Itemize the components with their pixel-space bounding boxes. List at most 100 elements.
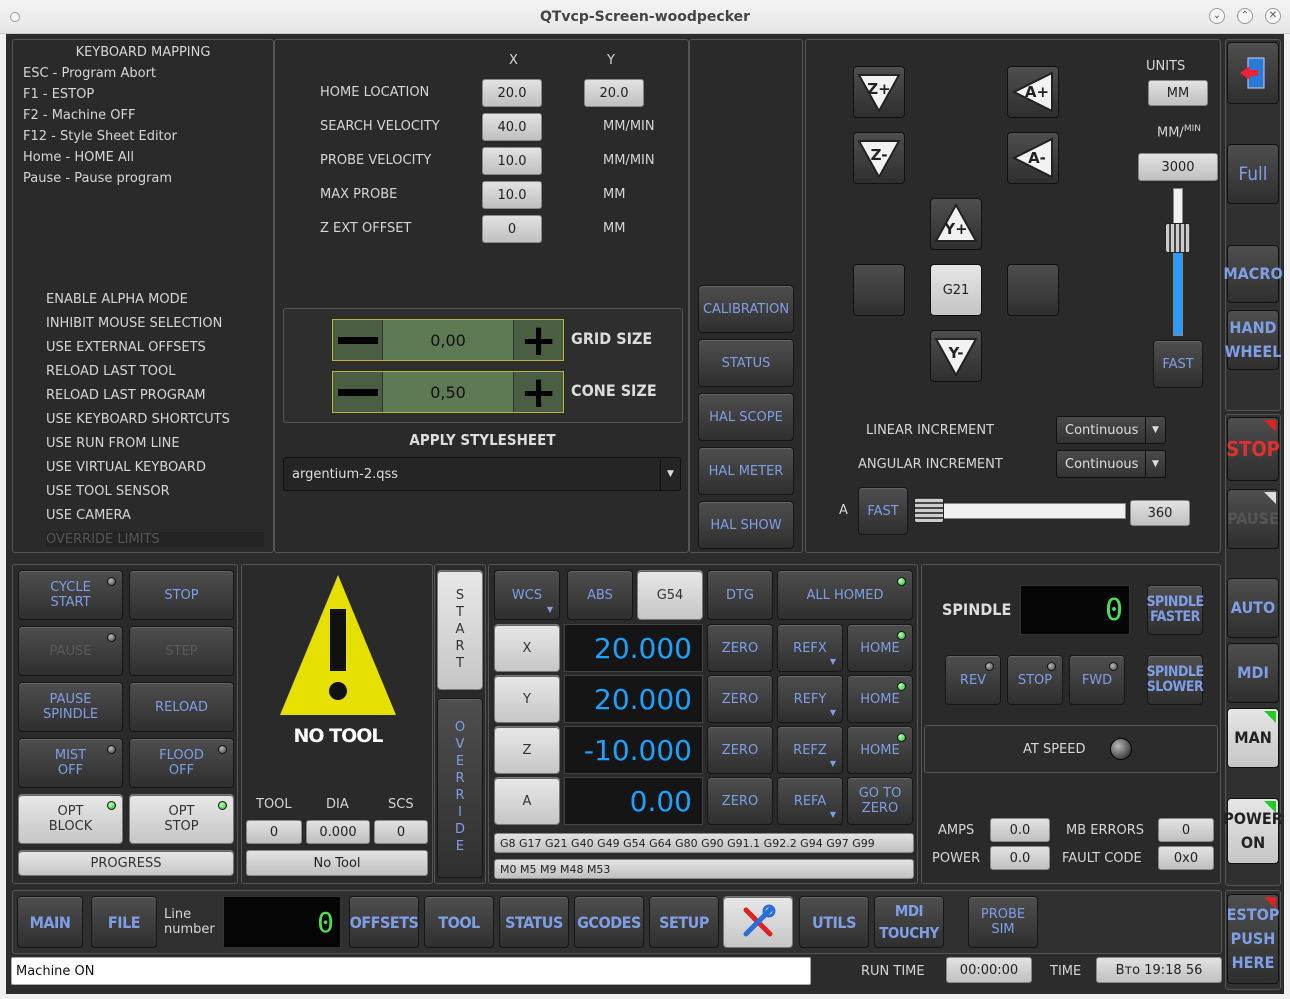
axis-label-a[interactable]: A [494, 777, 560, 825]
a-fast-button[interactable]: FAST [858, 487, 908, 535]
estop-button[interactable]: ESTOP PUSH HERE [1227, 894, 1279, 984]
a-rate-value[interactable]: 360 [1130, 500, 1190, 526]
tools-button-hal-scope[interactable]: HAL SCOPE [698, 393, 794, 441]
tab-main[interactable]: MAIN [17, 896, 83, 948]
macro-button[interactable]: MACRO [1223, 245, 1283, 303]
tab-offsets[interactable]: OFFSETS [349, 896, 419, 948]
tab-tool[interactable]: TOOL [424, 896, 494, 948]
ref-x-button[interactable]: REFX ▼ [777, 624, 843, 672]
linear-increment-select[interactable]: Continuous ▼ [1056, 416, 1166, 444]
home-y-button[interactable]: HOME [847, 675, 913, 723]
tab-mdi-touchy[interactable]: MDI TOUCHY [874, 896, 944, 948]
spindle-slower-button[interactable]: SPINDLE SLOWER [1146, 655, 1204, 705]
g54-button[interactable]: G54 [637, 570, 703, 620]
jog-z-plus-button[interactable]: Z+ [853, 66, 905, 118]
axis-label-x[interactable]: X [494, 624, 560, 672]
option-item[interactable]: USE VIRTUAL KEYBOARD [46, 460, 206, 475]
slider-handle[interactable] [1165, 223, 1191, 254]
full-button[interactable]: Full [1227, 144, 1279, 204]
plus-icon[interactable]: + [513, 315, 563, 366]
option-item[interactable]: USE RUN FROM LINE [46, 436, 180, 451]
start-button[interactable]: START [437, 570, 483, 690]
chevron-down-icon[interactable]: ▼ [1145, 417, 1165, 443]
tools-button-hal-show[interactable]: HAL SHOW [698, 501, 794, 549]
tools-button-calibration[interactable]: CALIBRATION [698, 285, 794, 333]
tools-button-status[interactable]: STATUS [698, 339, 794, 387]
stop-button[interactable]: STOP [1226, 417, 1280, 481]
abs-button[interactable]: ABS [567, 570, 633, 620]
exit-button[interactable] [1227, 42, 1279, 104]
probe-row-x[interactable]: 40.0 [482, 113, 542, 141]
probe-row-x[interactable]: 10.0 [482, 147, 542, 175]
axis-label-z[interactable]: Z [494, 726, 560, 774]
option-item[interactable]: RELOAD LAST TOOL [46, 364, 175, 379]
zero-z-button[interactable]: ZERO [707, 726, 773, 774]
option-item[interactable]: USE KEYBOARD SHORTCUTS [46, 412, 230, 427]
opt-stop-button[interactable]: OPT STOP [129, 794, 234, 844]
option-item[interactable]: RELOAD LAST PROGRAM [46, 388, 206, 403]
pause-button[interactable]: PAUSE [18, 626, 123, 676]
plus-icon[interactable]: + [513, 367, 563, 418]
option-item[interactable]: OVERRIDE LIMITS [46, 532, 264, 547]
zero-y-button[interactable]: ZERO [707, 675, 773, 723]
option-item[interactable]: ENABLE ALPHA MODE [46, 292, 188, 307]
override-button[interactable]: OVERRIDE [437, 698, 483, 878]
probe-row-y[interactable]: 20.0 [584, 79, 644, 107]
tab-tools-settings[interactable] [723, 896, 793, 948]
home-x-button[interactable]: HOME [847, 624, 913, 672]
minus-icon[interactable] [333, 320, 383, 360]
probe-row-x[interactable]: 0 [482, 215, 542, 243]
spindle-fwd-button[interactable]: FWD [1069, 655, 1125, 705]
chevron-down-icon[interactable]: ▼ [1145, 451, 1165, 477]
jog-x-minus-button[interactable] [853, 264, 905, 316]
auto-mode-button[interactable]: AUTO [1227, 578, 1279, 638]
ref-y-button[interactable]: REFY ▼ [777, 675, 843, 723]
tab-utils[interactable]: UTILS [799, 896, 869, 948]
ref-z-button[interactable]: REFZ ▼ [777, 726, 843, 774]
jog-rate-value[interactable]: 3000 [1138, 153, 1218, 181]
jog-y-plus-button[interactable]: Y+ [930, 198, 982, 250]
ref-a-button[interactable]: REFA ▼ [777, 777, 843, 825]
angular-increment-select[interactable]: Continuous ▼ [1056, 450, 1166, 478]
tools-button-hal-meter[interactable]: HAL METER [698, 447, 794, 495]
home-z-button[interactable]: HOME [847, 726, 913, 774]
power-on-button[interactable]: POWER ON [1223, 798, 1283, 864]
manual-mode-button[interactable]: MAN [1227, 708, 1279, 768]
tab-status[interactable]: STATUS [499, 896, 569, 948]
dtg-button[interactable]: DTG [707, 570, 773, 620]
grid-size-spinner[interactable]: 0,00 + [332, 315, 564, 366]
probe-sim-button[interactable]: PROBE SIM [968, 896, 1038, 948]
slider-handle[interactable] [914, 497, 944, 523]
close-icon[interactable]: ✕ [1265, 8, 1281, 24]
wcs-button[interactable]: WCS ▼ [494, 570, 560, 620]
spindle-faster-button[interactable]: SPINDLE FASTER [1146, 585, 1204, 635]
jog-x-plus-button[interactable] [1007, 264, 1059, 316]
jog-a-minus-button[interactable]: A- [1007, 132, 1059, 184]
pause-button[interactable]: PAUSE [1227, 489, 1279, 549]
fast-jog-button[interactable]: FAST [1153, 340, 1203, 388]
axis-label-y[interactable]: Y [494, 675, 560, 723]
probe-row-x[interactable]: 10.0 [482, 181, 542, 209]
spindle-rev-button[interactable]: REV [945, 655, 1001, 705]
option-item[interactable]: USE EXTERNAL OFFSETS [46, 340, 206, 355]
mdi-mode-button[interactable]: MDI [1227, 643, 1279, 703]
stylesheet-select[interactable]: argentium-2.qss ▼ [283, 457, 681, 491]
jog-rate-slider[interactable] [1165, 188, 1191, 336]
option-item[interactable]: INHIBIT MOUSE SELECTION [46, 316, 222, 331]
units-g21-button[interactable]: G21 [930, 264, 982, 316]
tab-gcodes[interactable]: GCODES [574, 896, 644, 948]
zero-a-button[interactable]: ZERO [707, 777, 773, 825]
step-button[interactable]: STEP [129, 626, 234, 676]
option-item[interactable]: USE TOOL SENSOR [46, 484, 170, 499]
spindle-stop-button[interactable]: STOP [1007, 655, 1063, 705]
flood-button[interactable]: FLOOD OFF [129, 738, 234, 788]
zero-x-button[interactable]: ZERO [707, 624, 773, 672]
jog-z-minus-button[interactable]: Z- [853, 132, 905, 184]
maximize-icon[interactable]: ⌃ [1237, 8, 1253, 24]
option-item[interactable]: USE CAMERA [46, 508, 131, 523]
units-value[interactable]: MM [1148, 80, 1208, 106]
reload-button[interactable]: RELOAD [129, 682, 234, 732]
opt-block-button[interactable]: OPT BLOCK [18, 794, 123, 844]
probe-row-x[interactable]: 20.0 [482, 79, 542, 107]
hand-wheel-button[interactable]: HAND WHEEL [1225, 310, 1281, 370]
